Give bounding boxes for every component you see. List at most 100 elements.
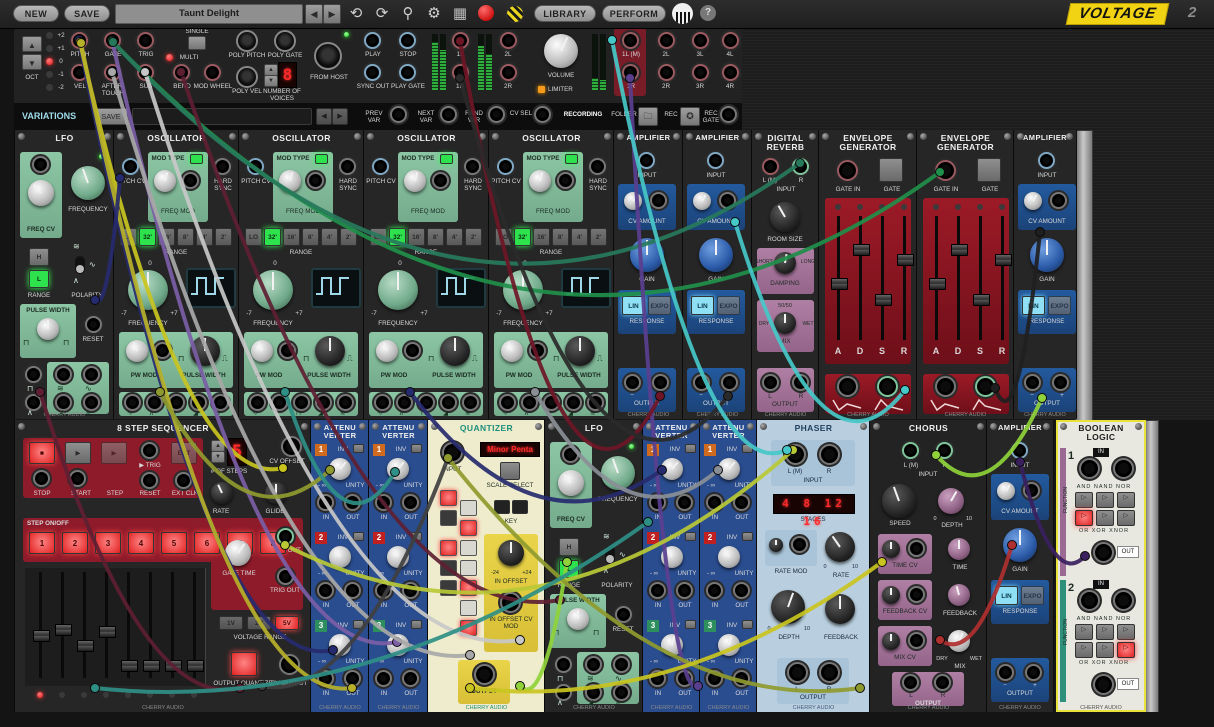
gate-jack[interactable] xyxy=(104,32,121,49)
pw-mod-knob[interactable] xyxy=(376,340,398,362)
folder-icon[interactable]: 🗀 xyxy=(638,107,658,126)
freq-mod-jack[interactable] xyxy=(557,172,574,189)
env-out-jack[interactable] xyxy=(975,376,996,397)
response-expo-button[interactable]: EXPO xyxy=(717,296,740,315)
seq-start-jack[interactable] xyxy=(69,470,86,487)
volume-knob[interactable] xyxy=(544,34,578,68)
att3-inv-button[interactable] xyxy=(353,620,364,629)
record-icon[interactable] xyxy=(478,5,494,21)
room-size-knob[interactable] xyxy=(770,202,800,232)
chorus-depth-knob[interactable] xyxy=(938,488,964,514)
cv-amount-jack[interactable] xyxy=(1050,192,1067,209)
att2-inv-button[interactable] xyxy=(411,532,422,541)
phaser-in-r-jack[interactable] xyxy=(819,444,840,465)
mod-type-button[interactable] xyxy=(565,154,578,164)
quantizer-output-jack[interactable] xyxy=(474,664,495,685)
att1-inv-button[interactable] xyxy=(353,444,364,453)
reverb-out-l-jack[interactable] xyxy=(762,374,779,391)
out-4r-jack[interactable] xyxy=(722,64,739,81)
att2-out-jack[interactable] xyxy=(676,582,693,599)
freq-mod-jack[interactable] xyxy=(182,172,199,189)
amp-input-jack[interactable] xyxy=(1038,152,1055,169)
out-1r-jack[interactable] xyxy=(622,64,639,81)
variation-next-button[interactable]: ▶ xyxy=(332,108,348,125)
vel-jack[interactable] xyxy=(71,64,88,81)
pw-mod-jack[interactable] xyxy=(154,342,171,359)
hard-sync-jack[interactable] xyxy=(214,158,231,175)
att2-in-jack[interactable] xyxy=(375,582,392,599)
att3-out-jack[interactable] xyxy=(344,670,361,687)
trig-jack[interactable] xyxy=(137,32,154,49)
range-32-button[interactable]: 32' xyxy=(514,228,531,246)
output-quantize-button[interactable] xyxy=(231,652,257,676)
att3-in-jack[interactable] xyxy=(375,670,392,687)
bool1-nor-button[interactable]: ▷ xyxy=(1117,492,1135,508)
lfo-frequency-knob[interactable] xyxy=(601,456,635,490)
range-2-button[interactable]: 2' xyxy=(590,228,607,246)
env-inv-out-jack[interactable] xyxy=(935,376,956,397)
damping-knob[interactable] xyxy=(774,252,796,274)
time-cv-jack[interactable] xyxy=(908,540,925,557)
bool2-and-button[interactable]: ▷ xyxy=(1075,624,1093,640)
mix-cv-knob[interactable] xyxy=(882,632,900,650)
freq-cv-jack[interactable] xyxy=(562,446,579,463)
rec-gate-jack[interactable] xyxy=(720,106,737,123)
att3-knob[interactable] xyxy=(329,634,351,656)
out-1l-jack[interactable] xyxy=(622,32,639,49)
decay-slider[interactable] xyxy=(859,216,862,340)
range-2v-button[interactable]: 2V xyxy=(247,616,271,630)
chorus-time-knob[interactable] xyxy=(948,538,970,560)
poly-pitch-jack[interactable] xyxy=(236,30,258,52)
chorus-in-l-jack[interactable] xyxy=(902,442,919,459)
freq-mod-jack[interactable] xyxy=(432,172,449,189)
att2-in-jack[interactable] xyxy=(649,582,666,599)
seq-slider-5[interactable] xyxy=(127,572,130,678)
seq-ext-button[interactable]: EXT xyxy=(171,442,197,464)
sustain-slider[interactable] xyxy=(979,216,982,340)
prev-preset-button[interactable]: ◀ xyxy=(305,4,323,24)
seq-reset-jack[interactable] xyxy=(141,472,158,489)
bool2-nand-button[interactable]: ▷ xyxy=(1096,624,1114,640)
quantizer-input-jack[interactable] xyxy=(442,442,463,463)
cable-color-icon[interactable] xyxy=(506,5,524,23)
lfo-square-out-jack[interactable] xyxy=(555,656,572,673)
pulse-width-knob[interactable] xyxy=(37,318,59,340)
pw-mod-jack[interactable] xyxy=(279,342,296,359)
time-cv-knob[interactable] xyxy=(882,540,900,558)
range-1v-button[interactable]: 1V xyxy=(219,616,243,630)
steps-down-button[interactable]: ▼ xyxy=(211,451,225,463)
in-offset-knob[interactable] xyxy=(498,540,524,566)
att3-in-jack[interactable] xyxy=(706,670,723,687)
att2-inv-button[interactable] xyxy=(742,532,753,541)
att1-inv-button[interactable] xyxy=(685,444,696,453)
range-16-button[interactable]: 16' xyxy=(408,228,425,246)
freq-mod-jack[interactable] xyxy=(307,172,324,189)
mod-wheel-jack[interactable] xyxy=(204,64,221,81)
amp-input-jack[interactable] xyxy=(1011,442,1028,459)
seq-stop-button[interactable]: ■ xyxy=(29,442,55,464)
bool2-out-jack[interactable] xyxy=(1093,674,1114,695)
in-2l-jack[interactable] xyxy=(500,32,517,49)
gate-in-jack[interactable] xyxy=(837,160,858,181)
gain-knob[interactable] xyxy=(1003,528,1037,562)
osc-frequency-knob[interactable] xyxy=(253,270,293,310)
cv-amount-knob[interactable] xyxy=(1024,192,1042,210)
bool2-in-b-jack[interactable] xyxy=(1113,590,1134,611)
freq-mod-knob[interactable] xyxy=(529,170,551,192)
amp-input-jack[interactable] xyxy=(638,152,655,169)
pitch-cv-jack[interactable] xyxy=(247,158,264,175)
bool1-nand-button[interactable]: ▷ xyxy=(1096,492,1114,508)
att1-inv-button[interactable] xyxy=(411,444,422,453)
response-expo-button[interactable]: EXPO xyxy=(648,296,671,315)
variation-name-field[interactable] xyxy=(132,108,312,125)
att3-in-jack[interactable] xyxy=(649,670,666,687)
oct-down-button[interactable]: ▼ xyxy=(22,54,42,70)
att1-inv-button[interactable] xyxy=(742,444,753,453)
att2-inv-button[interactable] xyxy=(685,532,696,541)
feedback-cv-jack[interactable] xyxy=(908,586,925,603)
lfo-random-out-jack[interactable] xyxy=(55,366,72,383)
seq-ext-clk-jack[interactable] xyxy=(175,472,192,489)
out-3r-jack[interactable] xyxy=(692,64,709,81)
cv-amount-knob[interactable] xyxy=(997,482,1015,500)
cable-view-icon[interactable]: ▦ xyxy=(448,2,472,25)
